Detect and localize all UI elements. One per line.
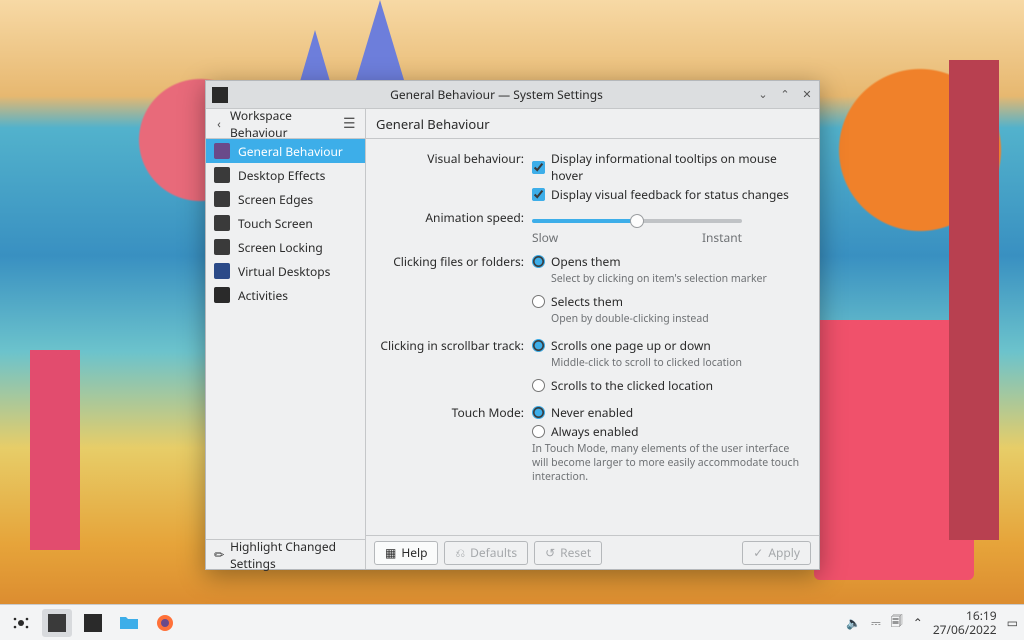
sidebar-item-general-behaviour[interactable]: General Behaviour bbox=[206, 139, 365, 163]
touch-mode-label: Touch Mode: bbox=[372, 403, 532, 421]
clipboard-icon[interactable]: 🗐 bbox=[891, 612, 903, 633]
check-icon: ✓ bbox=[753, 544, 763, 561]
taskbar-item-settings[interactable] bbox=[42, 609, 72, 637]
defaults-button[interactable]: ⎌Defaults bbox=[444, 541, 528, 565]
sidebar: ‹ Workspace Behaviour ☰ General Behaviou… bbox=[206, 109, 366, 569]
folder-icon bbox=[119, 615, 139, 631]
sidebar-item-activities[interactable]: Activities bbox=[206, 283, 365, 307]
sidebar-item-screen-locking[interactable]: Screen Locking bbox=[206, 235, 365, 259]
nav-list: General Behaviour Desktop Effects Screen… bbox=[206, 139, 365, 307]
animation-speed-slider[interactable] bbox=[532, 219, 742, 223]
touch-always-radio[interactable]: Always enabled bbox=[532, 422, 805, 441]
scroll-page-radio[interactable]: Scrolls one page up or down bbox=[532, 336, 805, 355]
touch-icon bbox=[214, 215, 230, 231]
system-tray: 🔈 ⎓ 🗐 ⌃ 16:19 27/06/2022 ▭ bbox=[846, 609, 1018, 635]
edges-icon bbox=[214, 191, 230, 207]
app-launcher-button[interactable] bbox=[6, 609, 36, 637]
touch-hint: In Touch Mode, many elements of the user… bbox=[532, 442, 805, 484]
scroll-click-radio[interactable]: Scrolls to the clicked location bbox=[532, 376, 805, 395]
show-desktop-button[interactable]: ▭ bbox=[1007, 614, 1018, 631]
taskbar: 🔈 ⎓ 🗐 ⌃ 16:19 27/06/2022 ▭ bbox=[0, 604, 1024, 640]
clock[interactable]: 16:19 27/06/2022 bbox=[933, 609, 997, 635]
maximize-button[interactable]: ⌃ bbox=[779, 89, 791, 101]
highlight-changed-button[interactable]: ✎ Highlight Changed Settings bbox=[206, 539, 365, 569]
taskbar-item-terminal[interactable] bbox=[78, 609, 108, 637]
network-icon[interactable]: ⎓ bbox=[871, 614, 881, 631]
help-button[interactable]: ▦Help bbox=[374, 541, 438, 565]
reset-button[interactable]: ↺Reset bbox=[534, 541, 602, 565]
wallpaper-shape bbox=[814, 320, 974, 580]
settings-icon bbox=[48, 614, 66, 632]
kde-icon bbox=[12, 614, 30, 632]
general-icon bbox=[214, 143, 230, 159]
sidebar-heading: Workspace Behaviour bbox=[226, 107, 343, 141]
apply-button[interactable]: ✓Apply bbox=[742, 541, 811, 565]
window-title: General Behaviour — System Settings bbox=[236, 86, 757, 103]
activities-icon bbox=[214, 287, 230, 303]
sidebar-item-desktop-effects[interactable]: Desktop Effects bbox=[206, 163, 365, 187]
content-pane: General Behaviour Visual behaviour: Disp… bbox=[366, 109, 819, 569]
reset-icon: ↺ bbox=[545, 544, 555, 561]
desktop: General Behaviour — System Settings ⌄ ⌃ … bbox=[0, 0, 1024, 640]
minimize-button[interactable]: ⌄ bbox=[757, 89, 769, 101]
scroll-page-hint: Middle-click to scroll to clicked locati… bbox=[551, 356, 805, 370]
tooltips-checkbox[interactable]: Display informational tooltips on mouse … bbox=[532, 149, 805, 185]
pen-icon: ✎ bbox=[209, 545, 228, 564]
opens-hint: Select by clicking on item's selection m… bbox=[551, 272, 805, 286]
help-icon: ▦ bbox=[385, 544, 396, 561]
app-icon bbox=[212, 87, 228, 103]
hamburger-menu-button[interactable]: ☰ bbox=[343, 114, 359, 133]
taskbar-item-files[interactable] bbox=[114, 609, 144, 637]
click-files-label: Clicking files or folders: bbox=[372, 252, 532, 270]
sidebar-item-screen-edges[interactable]: Screen Edges bbox=[206, 187, 365, 211]
visual-behaviour-label: Visual behaviour: bbox=[372, 149, 532, 167]
firefox-icon bbox=[156, 614, 174, 632]
animation-speed-label: Animation speed: bbox=[372, 208, 532, 226]
titlebar[interactable]: General Behaviour — System Settings ⌄ ⌃ … bbox=[206, 81, 819, 109]
opens-radio[interactable]: Opens them bbox=[532, 252, 805, 271]
lock-icon bbox=[214, 239, 230, 255]
settings-window: General Behaviour — System Settings ⌄ ⌃ … bbox=[205, 80, 820, 570]
terminal-icon bbox=[84, 614, 102, 632]
sidebar-item-touch-screen[interactable]: Touch Screen bbox=[206, 211, 365, 235]
page-title: General Behaviour bbox=[366, 109, 819, 139]
desktops-icon bbox=[214, 263, 230, 279]
defaults-icon: ⎌ bbox=[455, 544, 465, 561]
scrollbar-label: Clicking in scrollbar track: bbox=[372, 336, 532, 354]
back-button[interactable]: ‹ bbox=[212, 115, 226, 132]
selects-hint: Open by double-clicking instead bbox=[551, 312, 805, 326]
close-button[interactable]: ✕ bbox=[801, 89, 813, 101]
taskbar-item-firefox[interactable] bbox=[150, 609, 180, 637]
volume-icon[interactable]: 🔈 bbox=[846, 614, 861, 631]
sidebar-item-virtual-desktops[interactable]: Virtual Desktops bbox=[206, 259, 365, 283]
effects-icon bbox=[214, 167, 230, 183]
tray-expand-icon[interactable]: ⌃ bbox=[913, 614, 923, 631]
feedback-checkbox[interactable]: Display visual feedback for status chang… bbox=[532, 185, 805, 204]
touch-never-radio[interactable]: Never enabled bbox=[532, 403, 805, 422]
footer-toolbar: ▦Help ⎌Defaults ↺Reset ✓Apply bbox=[366, 535, 819, 569]
selects-radio[interactable]: Selects them bbox=[532, 292, 805, 311]
